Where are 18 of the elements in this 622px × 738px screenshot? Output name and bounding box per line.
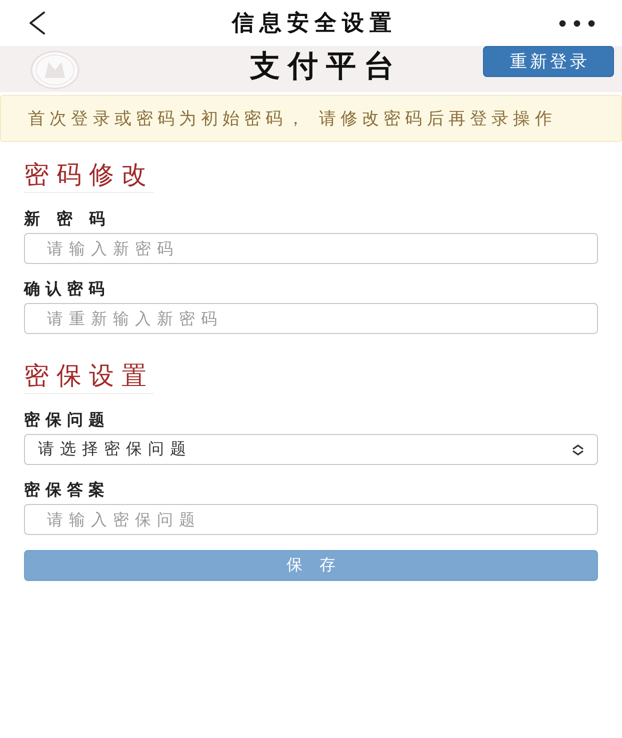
relogin-button[interactable]: 重新登录 bbox=[483, 46, 614, 77]
section-title: 密码修改 bbox=[24, 160, 154, 193]
select-field[interactable]: 请选择密保问题 bbox=[24, 434, 598, 465]
input-field[interactable]: 请输入密保问题 bbox=[24, 504, 598, 535]
back-icon[interactable] bbox=[28, 11, 46, 35]
section-title: 密保设置 bbox=[24, 361, 154, 394]
platform-title: 支付平台 bbox=[250, 49, 402, 85]
save-button[interactable]: 保 存 bbox=[24, 550, 598, 581]
up-down-chevron-icon bbox=[571, 444, 585, 456]
field-label: 密保答案 bbox=[24, 480, 111, 500]
input-field[interactable]: 请输入新密码 bbox=[24, 233, 598, 264]
page-title: 信息安全设置 bbox=[232, 10, 397, 38]
field-label: 密保问题 bbox=[24, 410, 111, 430]
input-field[interactable]: 请重新输入新密码 bbox=[24, 303, 598, 334]
field-label: 新 密 码 bbox=[24, 209, 112, 229]
more-icon[interactable] bbox=[559, 20, 595, 26]
field-label: 确认密码 bbox=[24, 279, 111, 299]
notice-text: 首次登录或密码为初始密码， 请修改密码后再登录操作 bbox=[28, 108, 556, 130]
